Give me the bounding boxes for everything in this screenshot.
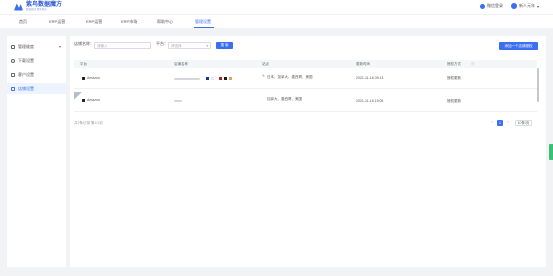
nav-item-home[interactable]: 首页 [19, 19, 27, 25]
auth-method-cell[interactable]: 授权更新 [447, 76, 461, 81]
color-swatch [206, 77, 209, 80]
sites-cell: 加拿大、墨西哥、美国 [267, 97, 302, 101]
sidebar-item-management[interactable]: 管理维度 ▾ [7, 41, 66, 52]
main-nav: 首页 ERP运营 ERP运营 ERP市场 帮助中心 管理设置 [0, 14, 553, 28]
amazon-icon [82, 77, 85, 80]
sidebar-item-download[interactable]: 下载设置 [7, 55, 66, 66]
nav-item-erp-ops[interactable]: ERP运营 [49, 19, 65, 25]
platform-cell: Amazon [87, 98, 100, 102]
shop-icon [11, 86, 15, 91]
table-header: 平台 店铺名称 站点 更新时间 授权方式 ⓘ [74, 60, 537, 68]
column-header: 更新时间 [356, 62, 370, 66]
column-header: 站点 [262, 62, 269, 66]
platform-select[interactable]: 请选择 ▾ [168, 42, 211, 49]
color-swatch [211, 77, 214, 80]
sites-cell: 日本、加拿大、墨西哥、美国 [267, 75, 313, 79]
add-shop-button[interactable]: 添加一个店铺授权 [499, 42, 538, 50]
color-swatch [229, 77, 232, 80]
sidebar-item-label: 下载设置 [18, 57, 34, 63]
prev-page-button[interactable]: ‹ [489, 120, 495, 126]
color-swatch [224, 77, 227, 80]
record-count: 共2条记录 第1/1页 [74, 121, 103, 125]
page-1-button[interactable]: 1 [497, 120, 503, 126]
sidebar: 管理维度 ▾ 下载设置 客户设置 店铺设置 [7, 36, 66, 267]
color-swatches [206, 77, 232, 80]
table-row: Amazon ✎ 日本、加拿大、墨西哥、美国 2021-11-16 09:13 … [74, 69, 537, 89]
nav-item-settings[interactable]: 管理设置 [195, 19, 211, 25]
logo-mark-icon [14, 3, 23, 11]
platform-label: 平台： [156, 41, 168, 46]
info-icon[interactable]: ⓘ [471, 62, 475, 67]
top-right-actions: 微信登录 新人元年 ▾ [479, 3, 539, 9]
main-panel: 店铺名称： 请输入 平台： 请选择 ▾ 搜 索 添加一个店铺授权 平台 店铺名称… [70, 36, 546, 267]
user-icon [11, 72, 15, 77]
column-header: 授权方式 [447, 62, 461, 66]
next-page-button[interactable]: › [505, 120, 511, 126]
table-row: Amazon 加拿大、墨西哥、美国 2021-11-16 19:05 授权更新 [74, 92, 537, 112]
sidebar-item-shop[interactable]: 店铺设置 [7, 83, 66, 94]
sidebar-item-label: 客户设置 [18, 71, 34, 77]
updated-cell: 2021-11-16 19:05 [356, 99, 384, 103]
sidebar-item-customer[interactable]: 客户设置 [7, 69, 66, 80]
amazon-icon [82, 99, 85, 102]
top-bar: 紫鸟数据魔方 数据驱动 精准增长 微信登录 新人元年 ▾ [0, 0, 553, 14]
shop-name-input[interactable]: 请输入 [94, 42, 151, 49]
app-logo[interactable]: 紫鸟数据魔方 数据驱动 精准增长 [14, 2, 62, 12]
shop-name-label: 店铺名称： [74, 41, 94, 46]
platform-cell: Amazon [87, 76, 100, 80]
user-menu[interactable]: 新人元年 ▾ [510, 3, 539, 9]
floating-side-tab[interactable] [549, 144, 553, 160]
edit-icon[interactable]: ✎ [262, 74, 265, 78]
nav-active-indicator [194, 27, 214, 28]
chevron-down-icon: ▾ [536, 3, 539, 9]
column-header: 平台 [80, 62, 87, 66]
logo-text: 紫鸟数据魔方 数据驱动 精准增长 [26, 2, 62, 12]
page-size-select[interactable]: 10条/页 [515, 120, 532, 126]
table-scrollbar[interactable] [537, 68, 539, 102]
redacted-shop-name [174, 100, 182, 102]
chevron-down-icon: ▾ [58, 44, 61, 49]
color-swatch [219, 77, 222, 80]
nav-item-erp-ops-2[interactable]: ERP运营 [86, 19, 102, 25]
avatar [510, 3, 517, 9]
chevron-down-icon: ▾ [206, 44, 208, 48]
wechat-icon [479, 3, 485, 9]
updated-cell: 2021-11-16 09:13 [356, 76, 384, 80]
corner-tag [74, 92, 82, 100]
sidebar-item-label: 店铺设置 [18, 85, 34, 91]
auth-method-cell[interactable]: 授权更新 [447, 99, 461, 104]
nav-item-erp-market[interactable]: ERP市场 [121, 19, 137, 25]
pagination: ‹ 1 › 10条/页 [489, 120, 532, 126]
grid-icon [11, 44, 15, 49]
wechat-label: 微信登录 [486, 3, 503, 8]
logo-subtitle: 数据驱动 精准增长 [26, 8, 47, 12]
column-header: 店铺名称 [174, 62, 188, 66]
nav-item-help[interactable]: 帮助中心 [157, 19, 173, 25]
download-icon [11, 58, 15, 63]
wechat-login-button[interactable]: 微信登录 [479, 3, 503, 9]
redacted-shop-name [174, 78, 200, 80]
sidebar-item-label: 管理维度 [18, 43, 34, 49]
search-button[interactable]: 搜 索 [216, 42, 233, 49]
user-label: 新人元年 [518, 3, 535, 8]
platform-select-value: 请选择 [171, 44, 182, 48]
